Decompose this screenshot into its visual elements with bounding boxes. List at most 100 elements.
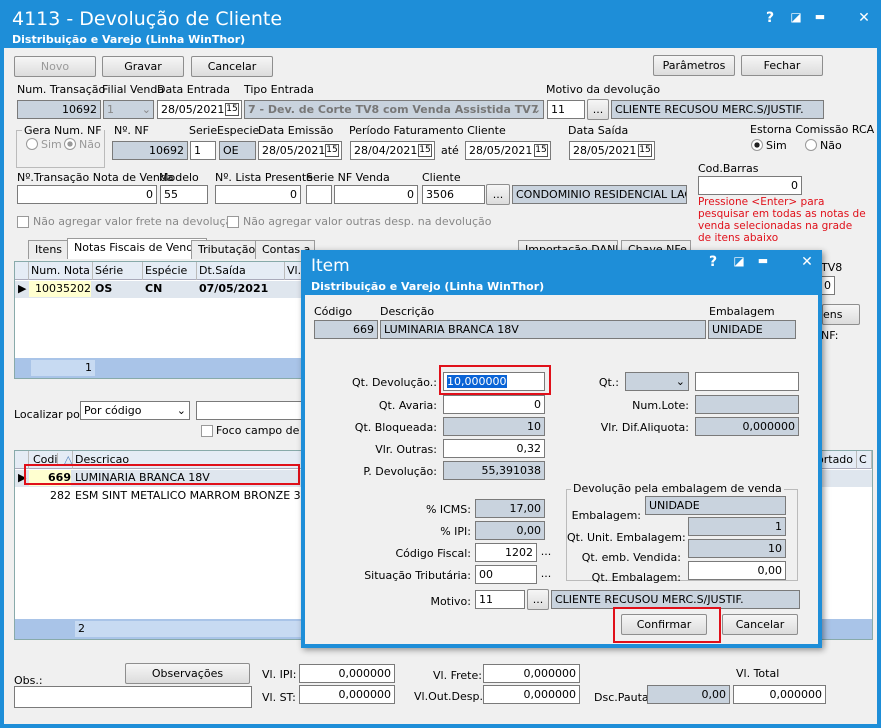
especie-field: OE [219,141,256,160]
tab-itens[interactable]: Itens [28,240,70,259]
cliente-search-button[interactable]: ... [486,184,510,205]
qt-label: Qt.: [598,376,619,389]
dialog-restore-icon[interactable]: ◪ [729,254,749,268]
serie-nf-num-field[interactable]: 0 [334,185,418,204]
gera-sim-radio[interactable] [26,138,38,150]
especie-label: Especie [217,124,260,137]
serie-nf-label: Serie NF Venda [306,171,390,184]
gera-nao-radio[interactable] [64,138,76,150]
frete-checkbox[interactable] [17,216,29,228]
col-num-nota[interactable]: Num. Nota [29,262,93,280]
modelo-field[interactable]: 55 [160,185,208,204]
data-saida-field[interactable]: 28/05/2021 15 [569,141,655,160]
foco-checkbox[interactable] [201,425,213,437]
unit-field: 1 [688,517,786,536]
vlr-outras-field[interactable]: 0,32 [443,439,545,458]
qtemb-field[interactable]: 0,00 [688,561,786,580]
data-emissao-field[interactable]: 28/05/2021 15 [258,141,342,160]
dialog-close-icon[interactable]: ✕ [797,254,817,270]
cfop-field[interactable]: 1202 [475,543,537,562]
serie-nf-field[interactable] [306,185,332,204]
col-especie[interactable]: Espécie [143,262,197,280]
vlr-dif-field: 0,000000 [695,417,799,436]
p-dev-label: P. Devolução: [363,465,437,478]
restore-icon[interactable]: ◪ [786,10,806,24]
calendar-icon[interactable]: 15 [225,103,239,116]
lista-field[interactable]: 0 [215,185,301,204]
highlight-qt-dev [439,365,551,395]
dlg-motivo-search-button[interactable]: ... [527,589,549,610]
tab-tributacao[interactable]: Tributação [191,240,263,259]
estorna-sim-radio[interactable] [751,139,763,151]
sit-field[interactable]: 00 [475,565,537,584]
calendar-icon[interactable]: 15 [325,144,339,157]
parametros-button[interactable]: Parâmetros [653,55,735,76]
filial-select[interactable]: 1 ⌄ [103,100,154,119]
codbarras-field[interactable]: 0 [698,176,802,195]
vl-frete-field[interactable]: 0,000000 [483,664,580,683]
calendar-icon[interactable]: 15 [534,144,548,157]
tipo-entrada-select[interactable]: 7 - Dev. de Corte TV8 com Venda Assistid… [244,100,544,119]
dlg-motivo-code-field[interactable]: 11 [475,590,525,609]
dlg-cancelar-button[interactable]: Cancelar [722,614,798,635]
tv8-field[interactable]: 0 [821,276,835,295]
dev-emb-label: Devolução pela embalagem de venda [571,482,784,495]
help-icon[interactable]: ? [760,10,780,26]
obs-field[interactable] [14,686,252,708]
cell-serie: OS [95,282,113,295]
localizar-input[interactable] [196,401,304,420]
itens-button[interactable]: ens [822,304,860,325]
obs-adicionais-button[interactable]: Observações Adicionais [125,663,250,699]
minimize-icon[interactable]: ▬ [810,10,830,23]
chevron-down-icon: ⌄ [675,375,685,388]
periodo-fim-field[interactable]: 28/05/2021 15 [465,141,551,160]
vl-out-field[interactable]: 0,000000 [483,685,580,704]
periodo-ini-field[interactable]: 28/04/2021 15 [350,141,435,160]
col-serie[interactable]: Série [93,262,143,280]
localizar-label: Localizar por: [14,408,88,421]
filial-value: 1 [107,103,114,116]
icms-label: % ICMS: [425,503,471,516]
qt-select[interactable]: ⌄ [625,372,689,391]
estorna-nao-radio[interactable] [805,139,817,151]
estorna-nao-label: Não [820,139,842,152]
sit-search-button[interactable]: ... [539,567,553,580]
vl-st-field[interactable]: 0,000000 [299,685,395,704]
novo-button[interactable]: Novo [14,56,96,77]
icms-field: 17,00 [475,499,545,518]
dialog-help-icon[interactable]: ? [703,254,723,270]
gravar-button[interactable]: Gravar [102,56,184,77]
gera-nao-label: Não [79,138,101,151]
cfop-search-button[interactable]: ... [539,545,553,558]
vl-ipi-field[interactable]: 0,000000 [299,664,395,683]
localizar-select[interactable]: Por código ⌄ [80,401,190,420]
close-icon[interactable]: ✕ [854,10,874,26]
col-next[interactable]: C [857,451,872,469]
cliente-code-field[interactable]: 3506 [422,185,485,204]
vl-total-field[interactable]: 0,000000 [733,685,826,704]
ipi-label: % IPI: [440,525,471,538]
table-row[interactable]: ▶ 10035202 OS CN 07/05/2021 [15,281,313,298]
num-transacao-label: Num. Transação [17,83,106,96]
window-title: 4113 - Devolução de Cliente [12,8,283,30]
sit-label: Situação Tributária: [364,569,471,582]
qt-field[interactable] [695,372,799,391]
window-subtitle: Distribuição e Varejo (Linha WinThor) [12,33,246,46]
motivo-code-field[interactable]: 11 [547,100,585,119]
motivo-search-button[interactable]: ... [587,99,609,120]
outras-checkbox[interactable] [227,216,239,228]
serie-field[interactable]: 1 [190,141,216,160]
grid-corner [15,262,29,280]
fechar-button[interactable]: Fechar [741,55,823,76]
data-entrada-field[interactable]: 28/05/2021 15 [157,100,242,119]
calendar-icon[interactable]: 15 [418,144,432,157]
calendar-icon[interactable]: 15 [638,144,652,157]
qt-avaria-field[interactable]: 0 [443,395,545,414]
cancelar-button[interactable]: Cancelar [191,56,273,77]
col-dt-saida[interactable]: Dt.Saída [197,262,285,280]
nf-grid-header: Num. Nota Série Espécie Dt.Saída Vl. T [15,262,315,280]
tab-notas-fiscais[interactable]: Notas Fiscais de Venda [67,238,208,259]
row-indicator-icon: ▶ [18,282,27,295]
ntransacao-nf-field[interactable]: 0 [17,185,157,204]
dialog-minimize-icon[interactable]: ▬ [753,254,773,267]
